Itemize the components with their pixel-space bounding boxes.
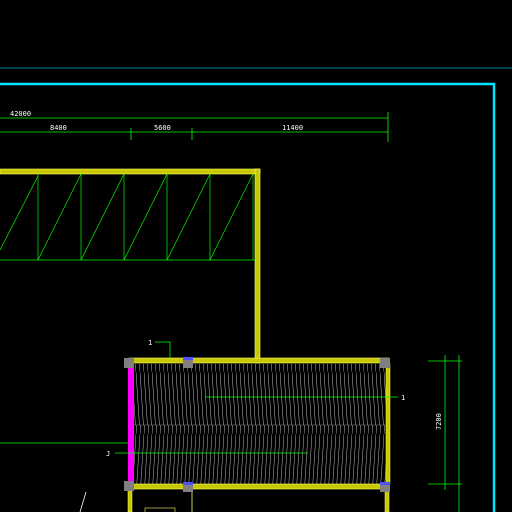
upper-tag-leader (155, 341, 171, 358)
segment-dimension-2: 5600 (154, 124, 171, 132)
segment-dimension-1: 8400 (50, 124, 67, 132)
room-right-wall (385, 362, 391, 485)
top-dimension-chain: 42000 8400 5600 11400 (0, 110, 389, 142)
column-top-left (124, 358, 134, 368)
overall-dimension-text: 42000 (10, 110, 31, 118)
column-top-right (380, 358, 390, 368)
room-bottom-wall (128, 483, 390, 490)
segment-dimension-3: 11400 (282, 124, 303, 132)
room-hatch-lower (131, 425, 388, 486)
vertical-dimension: 7200 (428, 355, 462, 512)
upper-tag: 1 (148, 339, 152, 347)
highlighted-left-edge[interactable] (128, 364, 134, 485)
lower-tag: J (106, 450, 110, 458)
cad-drawing-canvas[interactable]: 42000 8400 5600 11400 1 1 J 7200 (0, 0, 512, 512)
room-hatch-upper (131, 364, 388, 425)
section-mark (79, 491, 87, 512)
corridor-bracing (0, 173, 254, 261)
corridor-right-wall (254, 168, 261, 364)
hatched-room[interactable] (124, 357, 391, 512)
column-bottom-left (124, 481, 134, 491)
lower-walls (127, 488, 390, 512)
right-tag: 1 (401, 394, 405, 402)
vertical-dimension-text: 7200 (435, 413, 443, 430)
corridor-top-wall (0, 168, 261, 175)
upper-corridor[interactable] (0, 168, 261, 364)
room-top-wall (128, 357, 390, 364)
